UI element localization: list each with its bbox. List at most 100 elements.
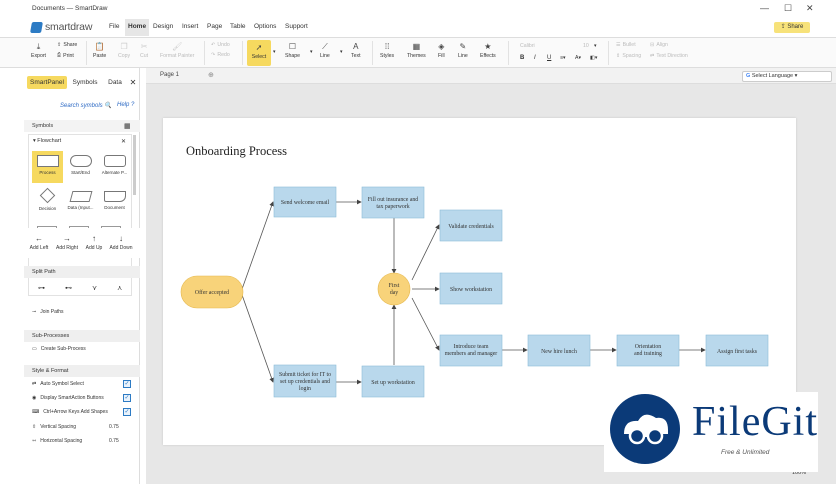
highlight-icon[interactable]: ◧▾	[590, 55, 598, 61]
copy-button[interactable]: ❐ Copy	[118, 42, 130, 59]
paste-button[interactable]: 📋 Paste	[93, 42, 106, 59]
text-align-icon[interactable]: ≡▾	[560, 55, 566, 61]
line-style-button[interactable]: ✎ Line	[458, 42, 468, 59]
node-introduce-team[interactable]: Introduce team members and manager	[439, 334, 503, 367]
grid-view-icon[interactable]: ▦	[124, 122, 131, 130]
menu-options[interactable]: Options	[254, 23, 276, 30]
add-page-icon[interactable]: ⊕	[208, 71, 214, 79]
styles-button[interactable]: ⁞⁞ Styles	[380, 42, 394, 59]
select-dropdown-chevron[interactable]: ▾	[273, 49, 276, 55]
split-right-icon[interactable]: ⊷	[65, 285, 92, 292]
create-sub-process-button[interactable]: ▭ Create Sub-Process	[32, 346, 86, 352]
join-paths-button[interactable]: ⊸ Join Paths	[32, 309, 64, 315]
library-scrollbar[interactable]	[133, 135, 136, 195]
close-library-icon[interactable]: ✕	[121, 138, 126, 145]
node-set-up-workstation[interactable]: Set up workstation	[361, 365, 425, 398]
menu-design[interactable]: Design	[153, 23, 173, 30]
maximize-button[interactable]: ☐	[784, 3, 792, 13]
text-direction-button[interactable]: ⇄ Text Direction	[650, 53, 688, 59]
menu-file[interactable]: File	[109, 23, 119, 30]
fill-button[interactable]: ◈ Fill	[438, 42, 445, 59]
library-label: Flowchart	[37, 138, 62, 144]
menu-insert[interactable]: Insert	[182, 23, 198, 30]
themes-button[interactable]: ▦ Themes	[407, 42, 426, 59]
effects-button[interactable]: ★ Effects	[480, 42, 496, 59]
align-button[interactable]: ⊟ Align	[650, 42, 668, 48]
export-button[interactable]: ⤓ Export	[31, 42, 46, 59]
bold-button[interactable]: B	[520, 55, 524, 61]
symbols-section-header: Symbols ▦	[24, 120, 140, 132]
connector[interactable]	[411, 224, 440, 281]
node-orientation-training[interactable]: Orientation and training	[616, 334, 680, 367]
undo-button[interactable]: ↶ Undo	[211, 42, 230, 48]
menu-support[interactable]: Support	[285, 23, 308, 30]
connector[interactable]	[240, 291, 274, 383]
font-color-icon[interactable]: A▾	[575, 55, 581, 61]
horizontal-spacing-input[interactable]: 0.75	[109, 438, 119, 444]
font-size-select[interactable]: 10	[583, 43, 589, 49]
search-symbols-label: Search symbols	[60, 103, 103, 109]
share-doc-button[interactable]: ⇪ Share	[57, 42, 77, 48]
add-up-button[interactable]: ↑ Add Up	[82, 234, 106, 251]
vertical-spacing-icon: ⇳	[32, 424, 37, 430]
add-left-button[interactable]: ← Add Left	[27, 234, 51, 251]
spacing-button[interactable]: ⇕ Spacing	[616, 53, 641, 59]
menu-home[interactable]: Home	[125, 19, 150, 36]
node-insurance-paperwork[interactable]: Fill out insurance and tax paperwork	[361, 186, 425, 219]
tab-symbols[interactable]: Symbols	[72, 76, 98, 89]
tab-data[interactable]: Data	[104, 76, 126, 89]
search-symbols-link[interactable]: Search symbols 🔍	[60, 102, 112, 109]
tab-smartpanel[interactable]: SmartPanel	[27, 76, 67, 89]
italic-button[interactable]: I	[534, 55, 536, 61]
font-family-select[interactable]: Calibri	[520, 43, 580, 49]
shape-data-input[interactable]: Data (Input...	[65, 191, 96, 210]
bullet-button[interactable]: ☰ Bullet	[616, 42, 636, 48]
node-new-hire-lunch[interactable]: New hire lunch	[527, 334, 591, 367]
line-tool-button[interactable]: ⟋ Line	[320, 42, 330, 59]
auto-symbol-checkbox[interactable]: ✓	[123, 380, 131, 388]
page-tab[interactable]: Page 1	[160, 72, 179, 78]
node-show-workstation[interactable]: Show workstation	[439, 272, 503, 305]
text-tool-button[interactable]: A Text	[351, 42, 361, 59]
node-submit-ticket[interactable]: Submit ticket for IT to set up credentia…	[273, 364, 337, 398]
node-offer-accepted[interactable]: Offer accepted	[180, 275, 244, 309]
minimize-button[interactable]: —	[760, 3, 769, 13]
connector[interactable]	[411, 297, 440, 351]
share-button[interactable]: ⇪ Share	[774, 22, 810, 33]
node-validate-credentials[interactable]: Validate credentials	[439, 209, 503, 242]
language-select[interactable]: G Select Language ▾	[742, 71, 832, 82]
split-fork-icon[interactable]: ⋎	[92, 285, 117, 292]
split-left-icon[interactable]: ⊶	[38, 285, 65, 292]
underline-button[interactable]: U	[547, 55, 551, 61]
shape-start-end[interactable]: Start/End	[65, 155, 96, 175]
node-send-welcome-email[interactable]: Send welcome email	[273, 186, 337, 218]
close-window-button[interactable]: ✕	[806, 3, 814, 13]
add-right-button[interactable]: → Add Right	[55, 234, 79, 251]
print-button[interactable]: ⎙ Print	[57, 52, 74, 59]
menu-table[interactable]: Table	[230, 23, 246, 30]
connector[interactable]	[240, 201, 274, 293]
close-panel-button[interactable]: ✕	[128, 76, 138, 89]
font-size-chevron[interactable]: ▾	[594, 43, 597, 49]
node-assign-first-tasks[interactable]: Assign first tasks	[705, 334, 769, 367]
redo-button[interactable]: ↷ Redo	[211, 52, 230, 58]
help-link[interactable]: Help ?	[117, 102, 134, 108]
menu-page[interactable]: Page	[207, 23, 222, 30]
shape-alternate-process[interactable]: Alternate P...	[98, 155, 131, 175]
shape-document[interactable]: Document	[98, 191, 131, 210]
shape-decision[interactable]: Decision	[32, 187, 63, 211]
library-header[interactable]: ▾ Flowchart ✕	[29, 138, 131, 148]
add-down-button[interactable]: ↓ Add Down	[109, 234, 133, 251]
shape-process[interactable]: Process	[32, 151, 63, 183]
smartaction-checkbox[interactable]: ✓	[123, 394, 131, 402]
format-painter-button[interactable]: 🖌 Format Painter	[160, 42, 194, 59]
line-dropdown-chevron[interactable]: ▾	[340, 49, 343, 55]
select-tool-button[interactable]: ➚ Select	[247, 40, 271, 66]
shape-tool-button[interactable]: ☐ Shape	[285, 42, 300, 59]
vertical-spacing-input[interactable]: 0.75	[109, 424, 119, 430]
ctrl-arrow-checkbox[interactable]: ✓	[123, 408, 131, 416]
cut-button[interactable]: ✂ Cut	[140, 42, 148, 59]
node-first-day[interactable]: First day	[377, 272, 411, 306]
shape-dropdown-chevron[interactable]: ▾	[310, 49, 313, 55]
split-three-icon[interactable]: ⋏	[117, 285, 142, 292]
